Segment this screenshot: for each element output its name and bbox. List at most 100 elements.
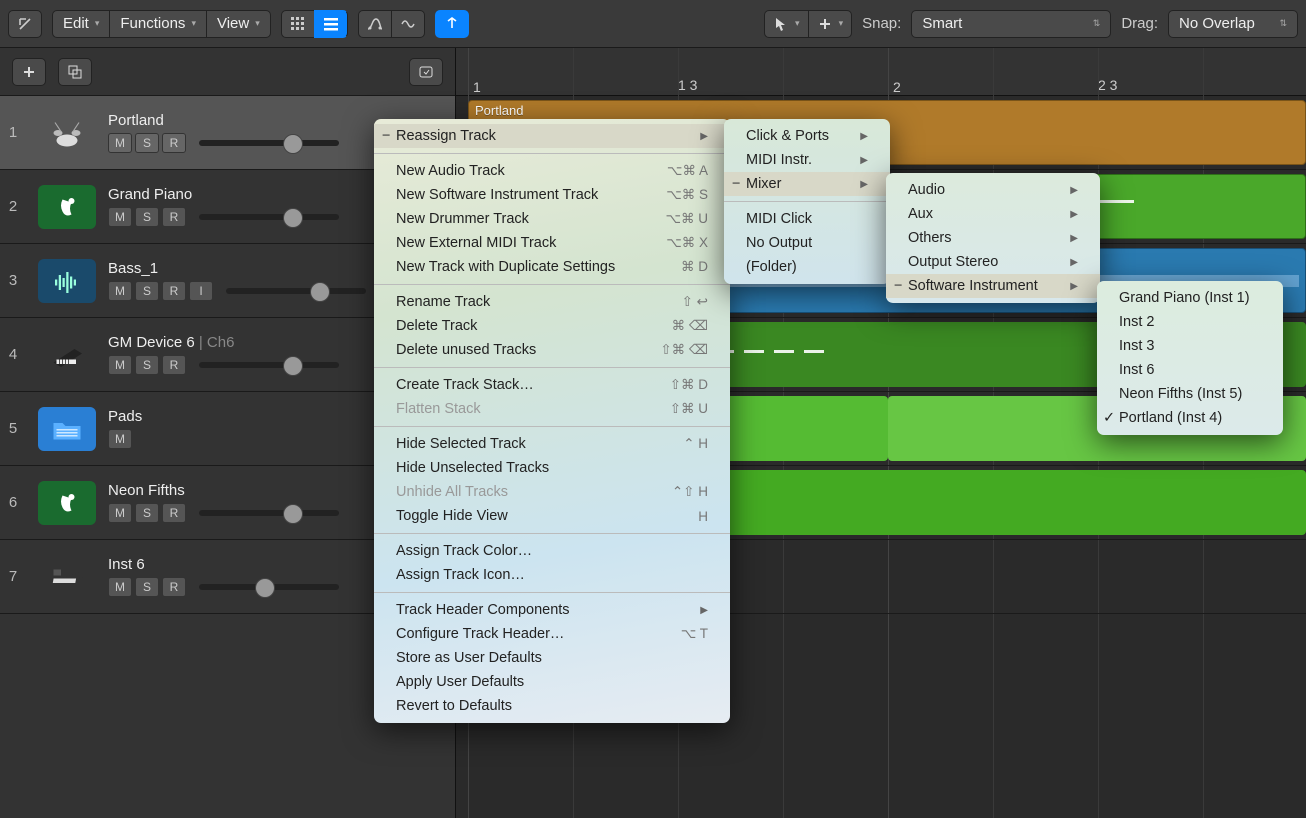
- track-icon-drumkit[interactable]: [38, 111, 96, 155]
- menu-hide-sel[interactable]: Hide Selected Track⌃ H: [374, 432, 730, 456]
- automation-curve-icon: [367, 16, 383, 32]
- menu-new-sw[interactable]: New Software Instrument Track⌥⌘ S: [374, 183, 730, 207]
- chevron-right-icon: ▶: [700, 605, 708, 616]
- msr-r-button[interactable]: R: [162, 355, 186, 375]
- msr-r-button[interactable]: R: [162, 577, 186, 597]
- msr-s-button[interactable]: S: [135, 577, 159, 597]
- menu-delete-unused[interactable]: Delete unused Tracks⇧⌘ ⌫: [374, 338, 730, 362]
- submenu-folder[interactable]: (Folder): [724, 255, 890, 279]
- menu-label: New Track with Duplicate Settings: [396, 259, 615, 275]
- msr-r-button[interactable]: R: [162, 207, 186, 227]
- arrow-up-left-icon: [17, 16, 33, 32]
- shortcut: ⌘ ⌫: [672, 318, 708, 334]
- snap-select[interactable]: Smart ⇅: [911, 10, 1111, 38]
- msr-i-button[interactable]: I: [189, 281, 213, 301]
- volume-slider[interactable]: [199, 140, 339, 146]
- alt-tool[interactable]: ▾: [808, 10, 853, 38]
- msr-m-button[interactable]: M: [108, 355, 132, 375]
- menu-delete[interactable]: Delete Track⌘ ⌫: [374, 314, 730, 338]
- menu-header-comp[interactable]: Track Header Components▶: [374, 598, 730, 622]
- msr-s-button[interactable]: S: [135, 133, 159, 153]
- collapse-button[interactable]: [8, 10, 42, 38]
- menu-apply-def[interactable]: Apply User Defaults: [374, 670, 730, 694]
- track-icon-keyboard[interactable]: [38, 555, 96, 599]
- menu-assign-color[interactable]: Assign Track Color…: [374, 539, 730, 563]
- submenu-sw-inst[interactable]: −Software Instrument▶: [886, 274, 1100, 298]
- view-menu[interactable]: View▾: [206, 10, 271, 38]
- instrument-item[interactable]: Neon Fifths (Inst 5): [1097, 382, 1283, 406]
- menu-label: Neon Fifths (Inst 5): [1119, 386, 1242, 402]
- edit-menu[interactable]: Edit▾: [52, 10, 109, 38]
- global-tracks-button[interactable]: [409, 58, 443, 86]
- duplicate-track-button[interactable]: [58, 58, 92, 86]
- msr-s-button[interactable]: S: [135, 207, 159, 227]
- submenu-aux[interactable]: Aux▶: [886, 202, 1100, 226]
- menu-assign-icon[interactable]: Assign Track Icon…: [374, 563, 730, 587]
- msr-r-button[interactable]: R: [162, 133, 186, 153]
- volume-slider[interactable]: [199, 584, 339, 590]
- volume-slider[interactable]: [226, 288, 366, 294]
- menu-create-stack[interactable]: Create Track Stack…⇧⌘ D: [374, 373, 730, 397]
- instrument-item[interactable]: ✓Portland (Inst 4): [1097, 406, 1283, 430]
- msr-r-button[interactable]: R: [162, 503, 186, 523]
- flex-button[interactable]: [391, 10, 425, 38]
- submenu-audio[interactable]: Audio▶: [886, 178, 1100, 202]
- msr-m-button[interactable]: M: [108, 281, 132, 301]
- submenu-midi-click[interactable]: MIDI Click: [724, 207, 890, 231]
- pointer-tool[interactable]: ▾: [764, 10, 808, 38]
- track-icon-swinst[interactable]: [38, 481, 96, 525]
- ruler[interactable]: 1 1 3 2 2 3: [456, 48, 1306, 96]
- submenu-output-stereo[interactable]: Output Stereo▶: [886, 250, 1100, 274]
- volume-slider[interactable]: [199, 362, 339, 368]
- shortcut: H: [698, 509, 708, 524]
- menu-store-def[interactable]: Store as User Defaults: [374, 646, 730, 670]
- menu-rename[interactable]: Rename Track⇧ ↩: [374, 290, 730, 314]
- menu-new-dup[interactable]: New Track with Duplicate Settings⌘ D: [374, 255, 730, 279]
- msr-m-button[interactable]: M: [108, 577, 132, 597]
- submenu-others[interactable]: Others▶: [886, 226, 1100, 250]
- msr-m-button[interactable]: M: [108, 133, 132, 153]
- grid-view-button[interactable]: [281, 10, 314, 38]
- menu-label: Inst 6: [1119, 362, 1154, 378]
- track-icon-swinst[interactable]: [38, 185, 96, 229]
- msr-m-button[interactable]: M: [108, 429, 132, 449]
- menu-new-drummer[interactable]: New Drummer Track⌥⌘ U: [374, 207, 730, 231]
- msr-s-button[interactable]: S: [135, 503, 159, 523]
- msr-s-button[interactable]: S: [135, 355, 159, 375]
- snap-label: Snap:: [862, 15, 901, 32]
- submenu-click-ports[interactable]: Click & Ports▶: [724, 124, 890, 148]
- instrument-item[interactable]: Grand Piano (Inst 1): [1097, 286, 1283, 310]
- drag-select[interactable]: No Overlap ⇅: [1168, 10, 1298, 38]
- functions-menu[interactable]: Functions▾: [109, 10, 206, 38]
- track-icon-folder[interactable]: [38, 407, 96, 451]
- menu-label: New Software Instrument Track: [396, 187, 598, 203]
- submenu-midi-instr[interactable]: MIDI Instr.▶: [724, 148, 890, 172]
- menu-reassign-track[interactable]: −Reassign Track▶: [374, 124, 730, 148]
- automation-button[interactable]: [358, 10, 391, 38]
- msr-m-button[interactable]: M: [108, 207, 132, 227]
- track-icon-audio[interactable]: [38, 259, 96, 303]
- instrument-item[interactable]: Inst 6: [1097, 358, 1283, 382]
- menu-new-audio[interactable]: New Audio Track⌥⌘ A: [374, 159, 730, 183]
- menu-toggle-hide[interactable]: Toggle Hide ViewH: [374, 504, 730, 528]
- menu-revert-def[interactable]: Revert to Defaults: [374, 694, 730, 718]
- add-track-button[interactable]: [12, 58, 46, 86]
- list-view-button[interactable]: [314, 10, 348, 38]
- catch-playhead-button[interactable]: [435, 10, 469, 38]
- track-name-suffix: | Ch6: [195, 334, 235, 351]
- menu-label: Others: [908, 230, 952, 246]
- submenu-mixer[interactable]: −Mixer▶: [724, 172, 890, 196]
- menu-new-ext[interactable]: New External MIDI Track⌥⌘ X: [374, 231, 730, 255]
- submenu-no-output[interactable]: No Output: [724, 231, 890, 255]
- menu-hide-unsel[interactable]: Hide Unselected Tracks: [374, 456, 730, 480]
- volume-slider[interactable]: [199, 214, 339, 220]
- msr-r-button[interactable]: R: [162, 281, 186, 301]
- chevron-right-icon: ▶: [1070, 185, 1078, 196]
- instrument-item[interactable]: Inst 3: [1097, 334, 1283, 358]
- volume-slider[interactable]: [199, 510, 339, 516]
- track-icon-piano[interactable]: [38, 333, 96, 377]
- msr-m-button[interactable]: M: [108, 503, 132, 523]
- msr-s-button[interactable]: S: [135, 281, 159, 301]
- instrument-item[interactable]: Inst 2: [1097, 310, 1283, 334]
- menu-configure[interactable]: Configure Track Header…⌥ T: [374, 622, 730, 646]
